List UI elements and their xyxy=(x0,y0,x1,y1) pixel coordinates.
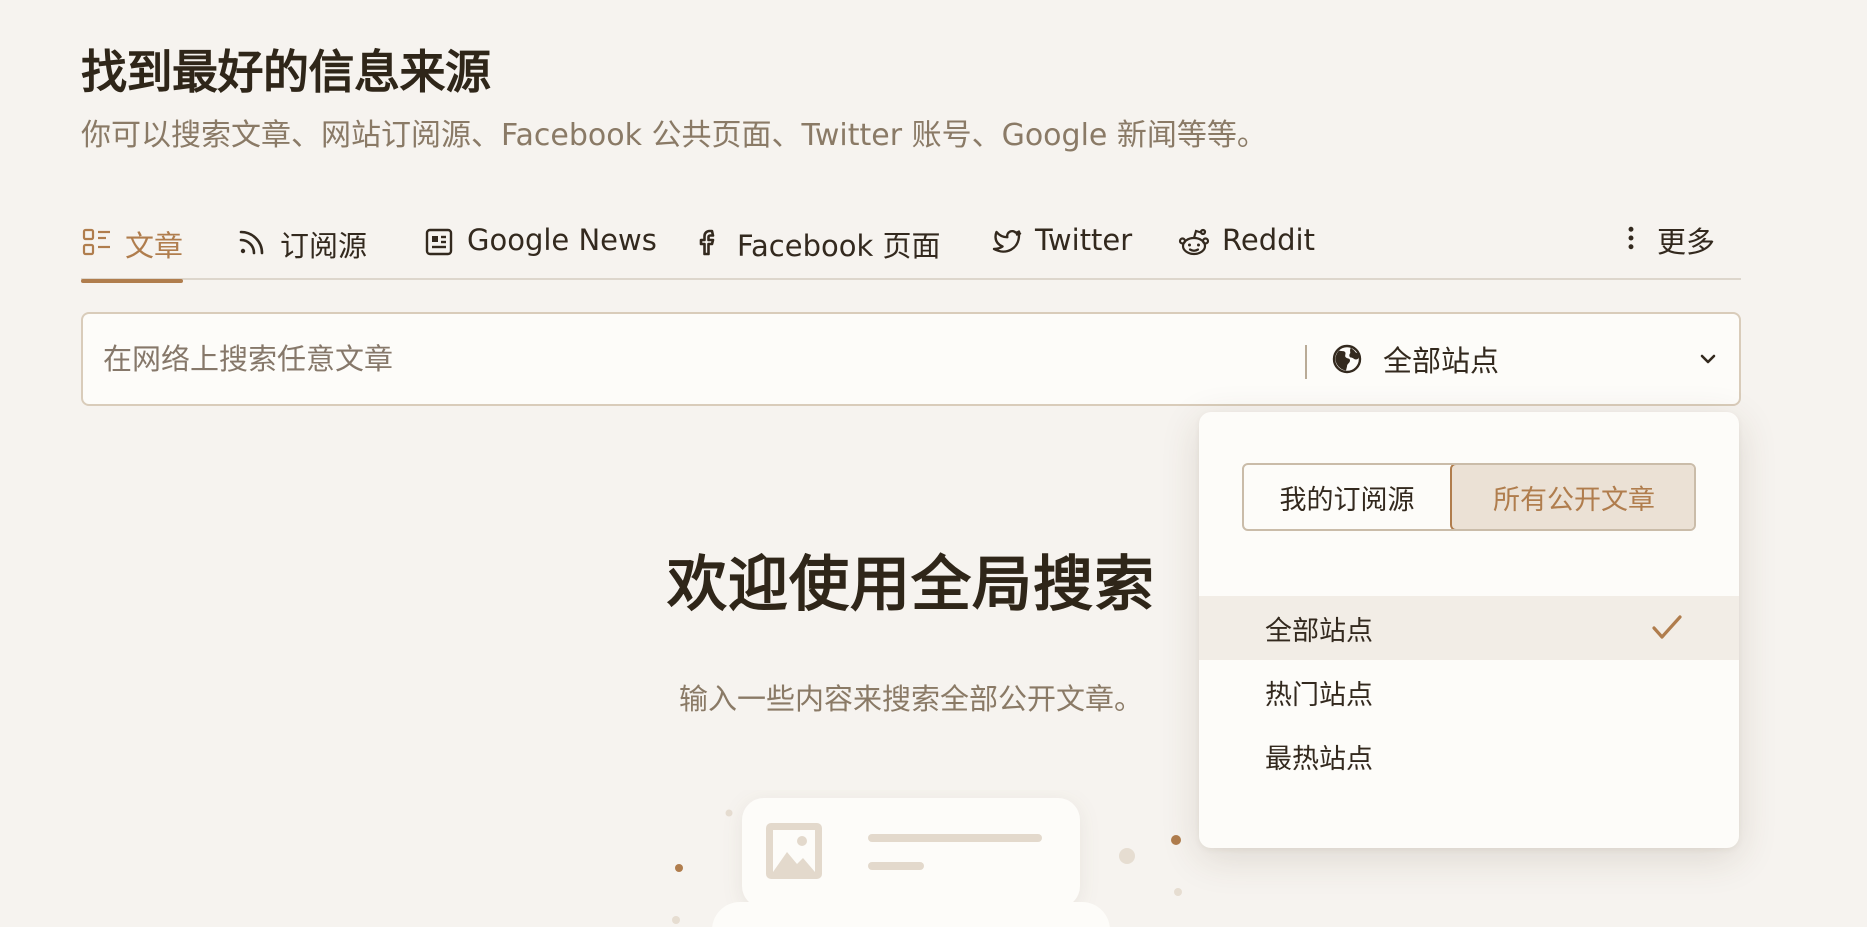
tab-reddit[interactable]: Reddit xyxy=(1178,215,1315,280)
source-tabs: 文章 订阅源 Google News Facebook 页面 Twitter R… xyxy=(81,215,1741,283)
scope-label: 全部站点 xyxy=(1383,344,1500,378)
option-popular-sites[interactable]: 热门站点 xyxy=(1199,660,1739,724)
tab-twitter[interactable]: Twitter xyxy=(991,215,1132,280)
option-label: 热门站点 xyxy=(1265,679,1373,711)
tab-articles-label: 文章 xyxy=(125,229,184,263)
scope-segmented-control: 我的订阅源 所有公开文章 xyxy=(1242,463,1696,531)
more-vertical-icon xyxy=(1628,226,1634,250)
segment-all-public-articles[interactable]: 所有公开文章 xyxy=(1450,465,1694,529)
option-label: 全部站点 xyxy=(1265,615,1373,647)
page-subtitle: 你可以搜索文章、网站订阅源、Facebook 公共页面、Twitter 账号、G… xyxy=(81,118,1267,153)
tab-google-news[interactable]: Google News xyxy=(423,215,657,280)
option-label: 最热站点 xyxy=(1265,743,1373,775)
tab-reddit-label: Reddit xyxy=(1222,223,1315,257)
tab-feeds[interactable]: 订阅源 xyxy=(236,215,367,280)
scope-dropdown: 我的订阅源 所有公开文章 全部站点 热门站点 最热站点 xyxy=(1199,412,1739,848)
option-all-sites[interactable]: 全部站点 xyxy=(1199,596,1739,660)
tab-twitter-label: Twitter xyxy=(1035,223,1133,257)
tab-more-label: 更多 xyxy=(1657,225,1716,259)
segment-my-feeds[interactable]: 我的订阅源 xyxy=(1244,465,1450,529)
tab-articles[interactable]: 文章 xyxy=(81,215,184,283)
facebook-icon xyxy=(699,229,715,256)
search-input[interactable] xyxy=(103,334,1303,384)
image-icon xyxy=(766,823,822,879)
news-icon xyxy=(425,228,453,256)
tab-more[interactable]: 更多 xyxy=(1617,215,1715,280)
tab-google-news-label: Google News xyxy=(467,223,657,257)
search-box: 全部站点 xyxy=(81,312,1741,406)
tab-facebook[interactable]: Facebook 页面 xyxy=(693,215,940,280)
reddit-icon xyxy=(1178,228,1210,256)
empty-state-illustration xyxy=(672,798,1182,927)
tab-feeds-label: 订阅源 xyxy=(280,229,368,263)
page-title: 找到最好的信息来源 xyxy=(81,45,491,99)
scope-select[interactable]: 全部站点 xyxy=(1327,314,1741,404)
chevron-down-icon xyxy=(1700,354,1716,364)
rss-icon xyxy=(239,230,264,255)
globe-icon xyxy=(1332,344,1362,374)
checkmark-icon xyxy=(1652,615,1682,639)
divider xyxy=(1305,345,1307,379)
option-hottest-sites[interactable]: 最热站点 xyxy=(1199,724,1739,788)
twitter-icon xyxy=(992,229,1022,253)
tab-facebook-label: Facebook 页面 xyxy=(737,229,941,263)
articles-icon xyxy=(82,228,110,256)
